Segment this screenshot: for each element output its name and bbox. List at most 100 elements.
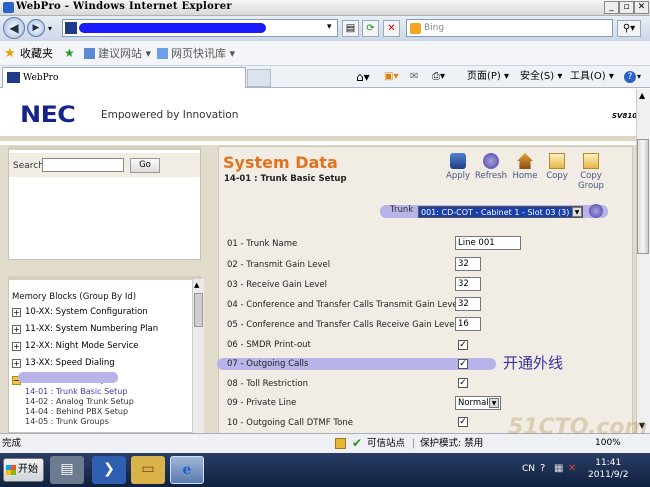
menu-scrollbar[interactable]: ▲: [192, 279, 204, 433]
new-tab-button[interactable]: [247, 69, 271, 87]
mail-icon[interactable]: ✉: [410, 66, 418, 88]
refresh-button[interactable]: Refresh: [474, 153, 508, 181]
protected-mode-icon: [335, 438, 346, 449]
add-favorite-icon[interactable]: ★: [64, 41, 75, 66]
language-indicator[interactable]: CN: [522, 464, 535, 474]
search-input[interactable]: [42, 158, 124, 172]
private-line-select[interactable]: Normal ▼: [455, 396, 501, 410]
search-go-icon[interactable]: ⚲▾: [617, 20, 641, 37]
history-dropdown-icon[interactable]: ▾: [48, 24, 52, 33]
tool-label: Copy: [546, 171, 568, 181]
stop-icon[interactable]: ✕: [383, 20, 400, 37]
copy-button[interactable]: Copy: [540, 153, 574, 181]
zone-label[interactable]: 可信站点: [367, 434, 405, 453]
row-label-06: 06 - SMDR Print-out: [227, 340, 311, 350]
page-title: System Data: [223, 153, 338, 172]
trunk-value: 001: CD-COT - Cabinet 1 - Slot 03 (3): [421, 208, 570, 217]
home-icon[interactable]: ⌂▾: [356, 66, 370, 88]
trusted-check-icon: ✔: [352, 436, 363, 450]
menu-group-11[interactable]: +11-XX: System Numbering Plan: [9, 322, 194, 338]
tools-menu[interactable]: 工具(O) ▾: [570, 66, 614, 88]
private-line-value: Normal: [458, 398, 489, 408]
address-redaction: [79, 23, 266, 33]
nec-logo: NEC: [20, 103, 76, 128]
favorites-button[interactable]: 收藏夹: [20, 41, 53, 66]
system-clock[interactable]: 11:41 2011/9/2: [588, 457, 628, 481]
menu-subitem-14-04[interactable]: 14-04 : Behind PBX Setup: [25, 407, 128, 417]
scroll-up-icon[interactable]: ▲: [194, 281, 199, 289]
flag-tray-icon[interactable]: ✕: [568, 463, 576, 474]
network-tray-icon[interactable]: ▦: [554, 463, 563, 474]
tab-webpro[interactable]: WebPro: [2, 67, 246, 88]
powershell-icon[interactable]: ❯: [92, 456, 126, 484]
menu-subitem-14-05[interactable]: 14-05 : Trunk Groups: [25, 417, 109, 427]
internet-explorer-icon[interactable]: e: [170, 456, 204, 484]
outgoing-calls-checkbox[interactable]: ✓: [458, 359, 468, 369]
address-dropdown-icon[interactable]: ▾: [327, 22, 332, 32]
expand-icon[interactable]: +: [12, 325, 21, 334]
help-icon[interactable]: ?: [624, 71, 636, 83]
conf-transmit-gain-input[interactable]: 32: [455, 297, 481, 311]
apply-button[interactable]: Apply: [441, 153, 475, 181]
receive-gain-input[interactable]: 32: [455, 277, 481, 291]
refresh-icon[interactable]: ⟳: [362, 20, 379, 37]
safety-menu[interactable]: 安全(S) ▾: [520, 66, 562, 88]
suggested-sites-link[interactable]: 建议网站 ▾: [98, 41, 151, 66]
page-menu[interactable]: 页面(P) ▾: [467, 66, 509, 88]
row-label-03: 03 - Receive Gain Level: [227, 280, 327, 290]
go-button[interactable]: Go: [130, 158, 160, 173]
menu-group-label: 13-XX: Speed Dialing: [25, 358, 115, 368]
transmit-gain-input[interactable]: 32: [455, 257, 481, 271]
row-label-07: 07 - Outgoing Calls: [227, 359, 309, 369]
command-bar: ⌂▾ ▣▾ ✉ ⎙▾ 页面(P) ▾ 安全(S) ▾ 工具(O) ▾ ? ▾: [352, 66, 650, 88]
menu-group-12[interactable]: +12-XX: Night Mode Service: [9, 339, 194, 355]
trunk-select[interactable]: 001: CD-COT - Cabinet 1 - Slot 03 (3): [418, 206, 583, 218]
menu-subitem-14-01[interactable]: 14-01 : Trunk Basic Setup: [25, 387, 127, 397]
smdr-checkbox[interactable]: ✓: [458, 340, 468, 350]
help-dropdown-icon[interactable]: ▾: [637, 66, 641, 88]
explorer-folder-icon[interactable]: ▭: [131, 456, 165, 484]
row-label-08: 08 - Toll Restriction: [227, 379, 308, 389]
search-field[interactable]: Bing: [406, 19, 613, 37]
forward-button[interactable]: ▶: [27, 19, 45, 37]
menu-scroll-thumb[interactable]: [194, 293, 203, 327]
feeds-icon[interactable]: ▣▾: [384, 66, 398, 88]
toll-restriction-checkbox[interactable]: ✓: [458, 378, 468, 388]
address-field[interactable]: ▾: [62, 19, 338, 37]
menu-subitem-14-02[interactable]: 14-02 : Analog Trunk Setup: [25, 397, 134, 407]
memory-blocks-title: Memory Blocks (Group By Id): [12, 292, 137, 302]
expand-icon[interactable]: +: [12, 308, 21, 317]
maximize-button[interactable]: ▫: [619, 1, 634, 14]
apply-icon: [450, 153, 466, 169]
nec-favicon: [7, 72, 20, 83]
tagline: Empowered by Innovation: [101, 109, 239, 121]
row-label-02: 02 - Transmit Gain Level: [227, 260, 331, 270]
compat-view-icon[interactable]: ▤: [342, 20, 359, 37]
server-manager-icon[interactable]: ▤: [50, 456, 84, 484]
conf-receive-gain-input[interactable]: 16: [455, 317, 481, 331]
start-button[interactable]: 开始: [3, 458, 44, 482]
expand-icon[interactable]: +: [12, 342, 21, 351]
print-icon[interactable]: ⎙▾: [432, 66, 445, 88]
help-tray-icon[interactable]: ?: [540, 463, 545, 474]
menu-group-13[interactable]: +13-XX: Speed Dialing: [9, 356, 194, 372]
close-button[interactable]: ✕: [634, 1, 649, 14]
home-button[interactable]: Home: [508, 153, 542, 181]
menu-group-label: 11-XX: System Numbering Plan: [25, 324, 159, 334]
back-button[interactable]: ◀: [3, 17, 25, 39]
annotation-text: 开通外线: [503, 354, 564, 372]
minimize-button[interactable]: _: [604, 1, 619, 14]
house-icon: [517, 153, 533, 169]
page-scroll-up-icon[interactable]: ▲: [639, 91, 645, 100]
private-line-dropdown-icon[interactable]: ▼: [489, 398, 499, 408]
trunk-refresh-icon[interactable]: [589, 204, 603, 218]
expand-icon[interactable]: +: [12, 359, 21, 368]
copy-group-button[interactable]: Copy Group: [571, 153, 611, 191]
page-scroll-thumb[interactable]: [637, 139, 649, 254]
dtmf-tone-checkbox[interactable]: ✓: [458, 417, 468, 427]
trunk-dropdown-icon[interactable]: ▼: [572, 207, 582, 217]
window-titlebar: WebPro - Windows Internet Explorer _ ▫ ✕: [0, 0, 650, 16]
menu-group-10[interactable]: +10-XX: System Configuration: [9, 305, 194, 321]
web-slice-gallery-link[interactable]: 网页快讯库 ▾: [171, 41, 235, 66]
trunk-name-input[interactable]: Line 001: [455, 236, 521, 250]
